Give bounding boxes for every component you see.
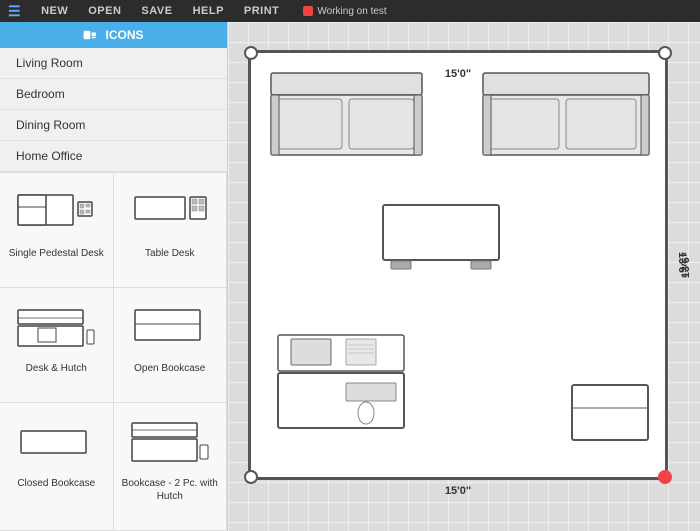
open-bookcase-label: Open Bookcase: [134, 362, 205, 375]
save-button[interactable]: SAVE: [141, 5, 172, 17]
canvas-desk-computer[interactable]: [276, 333, 406, 433]
furniture-item-desk-hutch[interactable]: Desk & Hutch: [0, 288, 114, 403]
closed-bookcase-label: Closed Bookcase: [17, 477, 95, 490]
single-pedestal-desk-icon: [12, 183, 100, 243]
room-width-label-bottom: 15'0": [445, 485, 471, 497]
icons-tab[interactable]: ICONS: [0, 22, 227, 48]
furniture-grid: Single Pedestal Desk Table Desk: [0, 172, 227, 531]
desk-hutch-icon: [12, 298, 100, 358]
canvas-sofa-left[interactable]: [269, 71, 424, 161]
canvas-tv-stand[interactable]: [381, 203, 501, 273]
table-desk-label: Table Desk: [145, 247, 194, 260]
desk-hutch-label: Desk & Hutch: [26, 362, 87, 375]
room-height-label-right2: 13'6": [680, 252, 692, 278]
working-label: Working on test: [317, 6, 386, 17]
main-layout: ICONS Living Room Bedroom Dining Room Ho…: [0, 22, 700, 531]
corner-handle-tl[interactable]: [244, 46, 258, 60]
open-bookcase-icon: [126, 298, 214, 358]
corner-handle-bl[interactable]: [244, 470, 258, 484]
menu-icon[interactable]: ☰: [8, 3, 21, 20]
new-button[interactable]: NEW: [41, 5, 68, 17]
print-button[interactable]: PRINT: [244, 5, 280, 17]
toolbar: ☰ NEW OPEN SAVE HELP PRINT Working on te…: [0, 0, 700, 22]
furniture-item-single-pedestal-desk[interactable]: Single Pedestal Desk: [0, 173, 114, 288]
canvas-sofa-right[interactable]: [481, 71, 651, 161]
room-width-label-top: 15'0": [445, 68, 471, 80]
icons-tab-label: ICONS: [105, 28, 143, 42]
furniture-item-bookcase-hutch[interactable]: Bookcase - 2 Pc. with Hutch: [114, 403, 228, 531]
working-badge: Working on test: [303, 6, 386, 17]
closed-bookcase-icon: [12, 413, 100, 473]
canvas-area[interactable]: 15'0" 15'0" 13'6": [228, 22, 700, 531]
canvas-bookcase[interactable]: [570, 383, 650, 443]
furniture-item-open-bookcase[interactable]: Open Bookcase: [114, 288, 228, 403]
sidebar: ICONS Living Room Bedroom Dining Room Ho…: [0, 22, 228, 531]
open-button[interactable]: OPEN: [88, 5, 121, 17]
working-dot-icon: [303, 6, 313, 16]
bookcase-hutch-icon: [126, 413, 214, 473]
furniture-item-closed-bookcase[interactable]: Closed Bookcase: [0, 403, 114, 531]
sidebar-item-living-room[interactable]: Living Room: [0, 48, 227, 79]
room[interactable]: 15'0" 15'0" 13'6": [248, 50, 668, 480]
furniture-item-table-desk[interactable]: Table Desk: [114, 173, 228, 288]
icons-tab-icon: [83, 29, 99, 41]
bookcase-hutch-label: Bookcase - 2 Pc. with Hutch: [122, 477, 219, 503]
help-button[interactable]: HELP: [193, 5, 224, 17]
sidebar-item-dining-room[interactable]: Dining Room: [0, 110, 227, 141]
sidebar-item-home-office[interactable]: Home Office: [0, 141, 227, 172]
sidebar-item-bedroom[interactable]: Bedroom: [0, 79, 227, 110]
corner-handle-br[interactable]: [658, 470, 672, 484]
table-desk-icon: [126, 183, 214, 243]
single-pedestal-desk-label: Single Pedestal Desk: [9, 247, 104, 260]
corner-handle-tr[interactable]: [658, 46, 672, 60]
